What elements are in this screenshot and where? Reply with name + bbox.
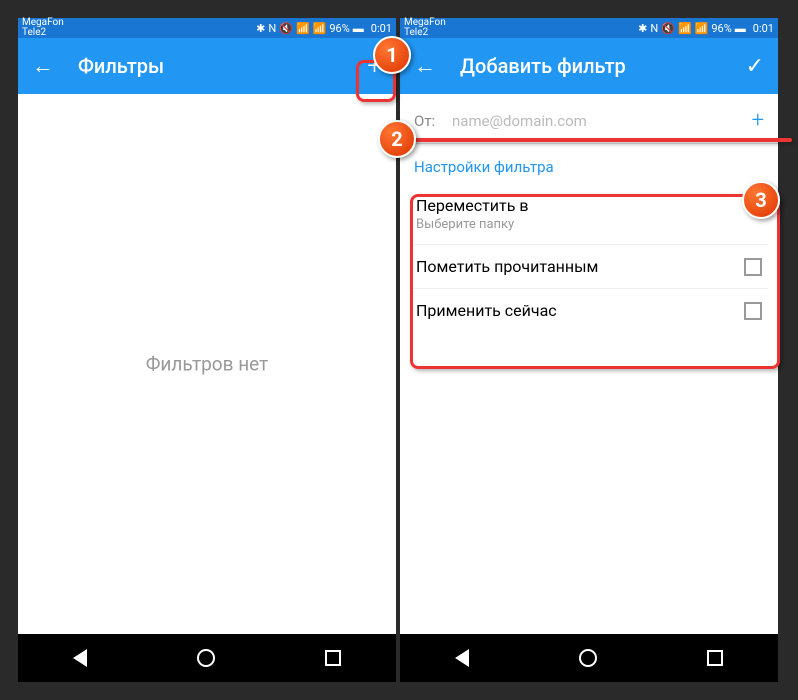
status-icons: ✱ N 🔇 📶 📶 96% ▬ 0:01 — [446, 22, 774, 35]
page-title: Добавить фильтр — [460, 54, 746, 78]
nav-recent-icon[interactable] — [325, 650, 341, 666]
clock: 0:01 — [371, 22, 392, 35]
move-to-row[interactable]: Переместить в Выберите папку — [410, 184, 768, 245]
status-bar: MegaFon Tele2 ✱ N 🔇 📶 📶 96% ▬ 0:01 — [400, 18, 778, 38]
status-icons: ✱ N 🔇 📶 📶 96% ▬ 0:01 — [64, 22, 392, 35]
nav-home-icon[interactable] — [579, 649, 597, 667]
nav-home-icon[interactable] — [197, 649, 215, 667]
battery-icon: ▬ — [353, 22, 364, 35]
move-to-subtitle: Выберите папку — [416, 217, 762, 232]
annotation-callout: 3 — [742, 181, 780, 219]
phone-right: MegaFon Tele2 ✱ N 🔇 📶 📶 96% ▬ 0:01 ← Доб… — [400, 18, 778, 682]
empty-state-text: Фильтров нет — [146, 353, 269, 376]
nav-back-icon[interactable] — [73, 649, 87, 667]
phone-left: MegaFon Tele2 ✱ N 🔇 📶 📶 96% ▬ 0:01 ← Фил… — [18, 18, 396, 682]
page-title: Фильтры — [78, 54, 367, 78]
battery-text: 96% — [711, 22, 731, 35]
apply-now-checkbox[interactable] — [744, 302, 762, 320]
move-to-title: Переместить в — [416, 196, 762, 215]
confirm-button[interactable]: ✓ — [746, 54, 764, 79]
content-area: От: + Настройки фильтра Переместить в Вы… — [400, 94, 778, 634]
annotation-callout: 2 — [378, 120, 416, 158]
bluetooth-icon: ✱ — [638, 22, 647, 35]
mark-read-checkbox[interactable] — [744, 258, 762, 276]
apply-now-title: Применить сейчас — [416, 301, 744, 320]
carrier-label: MegaFon Tele2 — [22, 18, 64, 38]
add-sender-button[interactable]: + — [752, 108, 764, 133]
nfc-icon: N — [268, 22, 276, 35]
signal-icon: 📶 — [313, 22, 327, 35]
annotation-callout: 1 — [373, 36, 411, 74]
mark-read-title: Пометить прочитанным — [416, 257, 744, 276]
signal-icon: 📶 — [678, 22, 692, 35]
status-bar: MegaFon Tele2 ✱ N 🔇 📶 📶 96% ▬ 0:01 — [18, 18, 396, 38]
mute-icon: 🔇 — [279, 22, 293, 35]
section-header: Настройки фильтра — [400, 144, 778, 184]
carrier-label: MegaFon Tele2 — [404, 18, 446, 38]
filter-settings: Переместить в Выберите папку Пометить пр… — [410, 184, 768, 332]
from-input[interactable] — [452, 112, 752, 130]
apply-now-row[interactable]: Применить сейчас — [410, 289, 768, 332]
app-bar: ← Добавить фильтр ✓ — [400, 38, 778, 94]
signal-icon: 📶 — [296, 22, 310, 35]
from-field-row: От: + — [400, 94, 778, 144]
nav-bar — [400, 634, 778, 682]
nfc-icon: N — [650, 22, 658, 35]
back-icon[interactable]: ← — [32, 53, 54, 79]
nav-back-icon[interactable] — [455, 649, 469, 667]
app-bar: ← Фильтры + — [18, 38, 396, 94]
mark-read-row[interactable]: Пометить прочитанным — [410, 245, 768, 289]
bluetooth-icon: ✱ — [256, 22, 265, 35]
clock: 0:01 — [753, 22, 774, 35]
signal-icon: 📶 — [695, 22, 709, 35]
content-area: Фильтров нет — [18, 94, 396, 634]
mute-icon: 🔇 — [661, 22, 675, 35]
nav-bar — [18, 634, 396, 682]
back-icon[interactable]: ← — [414, 53, 436, 79]
from-label: От: — [414, 112, 452, 130]
battery-icon: ▬ — [735, 22, 746, 35]
battery-text: 96% — [329, 22, 349, 35]
nav-recent-icon[interactable] — [707, 650, 723, 666]
